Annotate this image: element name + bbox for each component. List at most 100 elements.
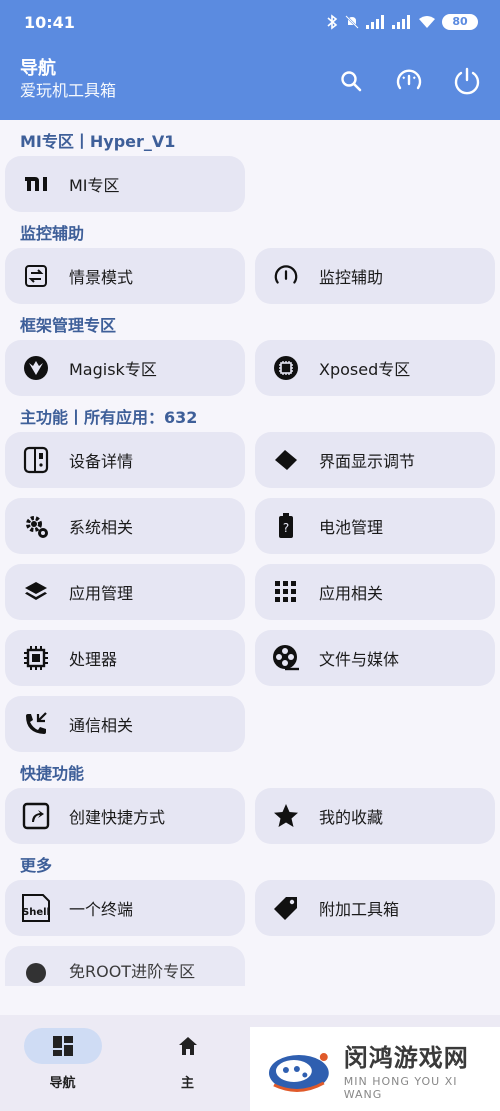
nav-item-navigation[interactable]: 导航 — [0, 1015, 125, 1111]
home-icon — [178, 1037, 197, 1055]
card-label: 应用管理 — [69, 584, 134, 603]
card-label: 应用相关 — [319, 584, 384, 603]
card-battery[interactable]: ? 电池管理 — [255, 498, 495, 554]
main-grid: 设备详情 界面显示调节 系统相关 ? 电池管理 应用管理 应用相关 处理器 文件… — [0, 432, 500, 752]
signal-icon-2 — [392, 15, 410, 29]
speedometer-icon — [271, 261, 301, 291]
monitor-grid: 情景模式 监控辅助 — [0, 248, 500, 304]
bluetooth-icon — [327, 14, 338, 30]
nav-item-home[interactable]: 主 — [125, 1015, 250, 1111]
watermark: 闵鸿游戏网 MIN HONG YOU XI WANG — [250, 1027, 500, 1111]
gear-icon — [21, 511, 51, 541]
card-communication[interactable]: 通信相关 — [5, 696, 245, 752]
nav-label: 主 — [180, 1076, 194, 1091]
nav-pill — [23, 1028, 102, 1064]
nav-label: 导航 — [49, 1076, 76, 1091]
tag-icon — [271, 893, 301, 923]
advanced-icon — [21, 958, 51, 988]
device-icon — [21, 445, 51, 475]
search-button[interactable] — [332, 62, 370, 100]
card-label: 系统相关 — [69, 518, 134, 537]
card-processor[interactable]: 处理器 — [5, 630, 245, 686]
card-label: 免ROOT进阶专区 — [69, 962, 196, 981]
gamepad-logo-icon — [268, 1053, 329, 1092]
card-label: 我的收藏 — [319, 808, 384, 827]
power-icon — [454, 67, 480, 95]
card-label: 监控辅助 — [319, 268, 384, 287]
card-label: 附加工具箱 — [319, 900, 400, 919]
chip-circle-icon — [271, 353, 301, 383]
card-create-shortcut[interactable]: 创建快捷方式 — [5, 788, 245, 844]
card-label: Magisk专区 — [69, 360, 157, 379]
watermark-title: 闵鸿游戏网 — [343, 1043, 469, 1072]
watermark-subtitle: MIN HONG YOU XI WANG — [343, 1074, 458, 1101]
framework-grid: Magisk专区 Xposed专区 — [0, 340, 500, 396]
xiaomi-logo-icon — [21, 169, 51, 199]
card-label: MI专区 — [69, 176, 120, 195]
card-app-related[interactable]: 应用相关 — [255, 564, 495, 620]
section-title-framework: 框架管理专区 — [20, 316, 117, 335]
appbar-actions — [332, 62, 486, 100]
card-xposed[interactable]: Xposed专区 — [255, 340, 495, 396]
card-magisk[interactable]: Magisk专区 — [5, 340, 245, 396]
power-button[interactable] — [448, 62, 486, 100]
card-label: Xposed专区 — [319, 360, 411, 379]
phone-forward-icon — [21, 709, 51, 739]
apps-grid-icon — [271, 577, 301, 607]
nav-pill — [149, 1028, 227, 1064]
card-no-root-advanced[interactable]: 免ROOT进阶专区 — [5, 946, 245, 986]
search-icon — [341, 71, 362, 92]
dashboard-icon — [52, 1036, 73, 1056]
rotate-screen-icon — [271, 445, 301, 475]
speedometer-icon — [396, 69, 422, 90]
card-label: 电池管理 — [319, 518, 384, 537]
svg-text:?: ? — [283, 521, 289, 535]
card-app-manage[interactable]: 应用管理 — [5, 564, 245, 620]
status-icons: 80 — [326, 14, 478, 30]
card-terminal[interactable]: Shell 一个终端 — [5, 880, 245, 936]
card-files-media[interactable]: 文件与媒体 — [255, 630, 495, 686]
section-title-more: 更多 — [20, 856, 53, 875]
film-reel-icon — [271, 643, 301, 673]
card-system[interactable]: 系统相关 — [5, 498, 245, 554]
monitor-button[interactable] — [390, 62, 428, 100]
battery-unknown-icon: ? — [271, 511, 301, 541]
section-title-main: 主功能丨所有应用：632 — [20, 408, 198, 427]
card-monitor-assist[interactable]: 监控辅助 — [255, 248, 495, 304]
mute-icon — [345, 15, 359, 29]
shortcut-grid: 创建快捷方式 我的收藏 — [0, 788, 500, 844]
shortcut-icon — [21, 801, 51, 831]
processor-icon — [21, 643, 51, 673]
card-label: 通信相关 — [69, 716, 134, 735]
card-favorites[interactable]: 我的收藏 — [255, 788, 495, 844]
section-title-monitor: 监控辅助 — [20, 224, 85, 243]
section-title-mi: MI专区丨Hyper_V1 — [20, 132, 176, 151]
card-mi-zone[interactable]: MI专区 — [5, 156, 245, 212]
layers-icon — [21, 577, 51, 607]
star-icon — [271, 801, 301, 831]
more-grid: Shell 一个终端 附加工具箱 免ROOT进阶专区 — [0, 880, 500, 986]
card-label: 界面显示调节 — [319, 452, 416, 471]
app-bar: 导航 爱玩机工具箱 — [0, 44, 500, 120]
card-label: 设备详情 — [69, 452, 134, 471]
battery-indicator: 80 — [442, 14, 478, 30]
card-display-adjust[interactable]: 界面显示调节 — [255, 432, 495, 488]
svg-text:Shell: Shell — [22, 907, 50, 918]
section-title-shortcut: 快捷功能 — [20, 764, 85, 783]
mi-grid: MI专区 — [0, 156, 500, 212]
card-scene-mode[interactable]: 情景模式 — [5, 248, 245, 304]
magisk-icon — [21, 353, 51, 383]
card-extra-toolbox[interactable]: 附加工具箱 — [255, 880, 495, 936]
card-label: 处理器 — [69, 650, 118, 669]
signal-icon — [366, 15, 384, 29]
status-bar: 10:41 80 — [0, 0, 500, 44]
status-time: 10:41 — [24, 12, 75, 32]
card-label: 情景模式 — [69, 268, 134, 287]
card-label: 创建快捷方式 — [69, 808, 166, 827]
shell-icon: Shell — [21, 893, 51, 923]
wifi-icon — [419, 16, 435, 28]
card-label: 文件与媒体 — [319, 650, 400, 669]
nav-content[interactable]: MI专区丨Hyper_V1 MI专区 监控辅助 情景模式 监控辅助 框架管理专区 — [0, 120, 500, 1015]
swap-icon — [21, 261, 51, 291]
card-device-info[interactable]: 设备详情 — [5, 432, 245, 488]
